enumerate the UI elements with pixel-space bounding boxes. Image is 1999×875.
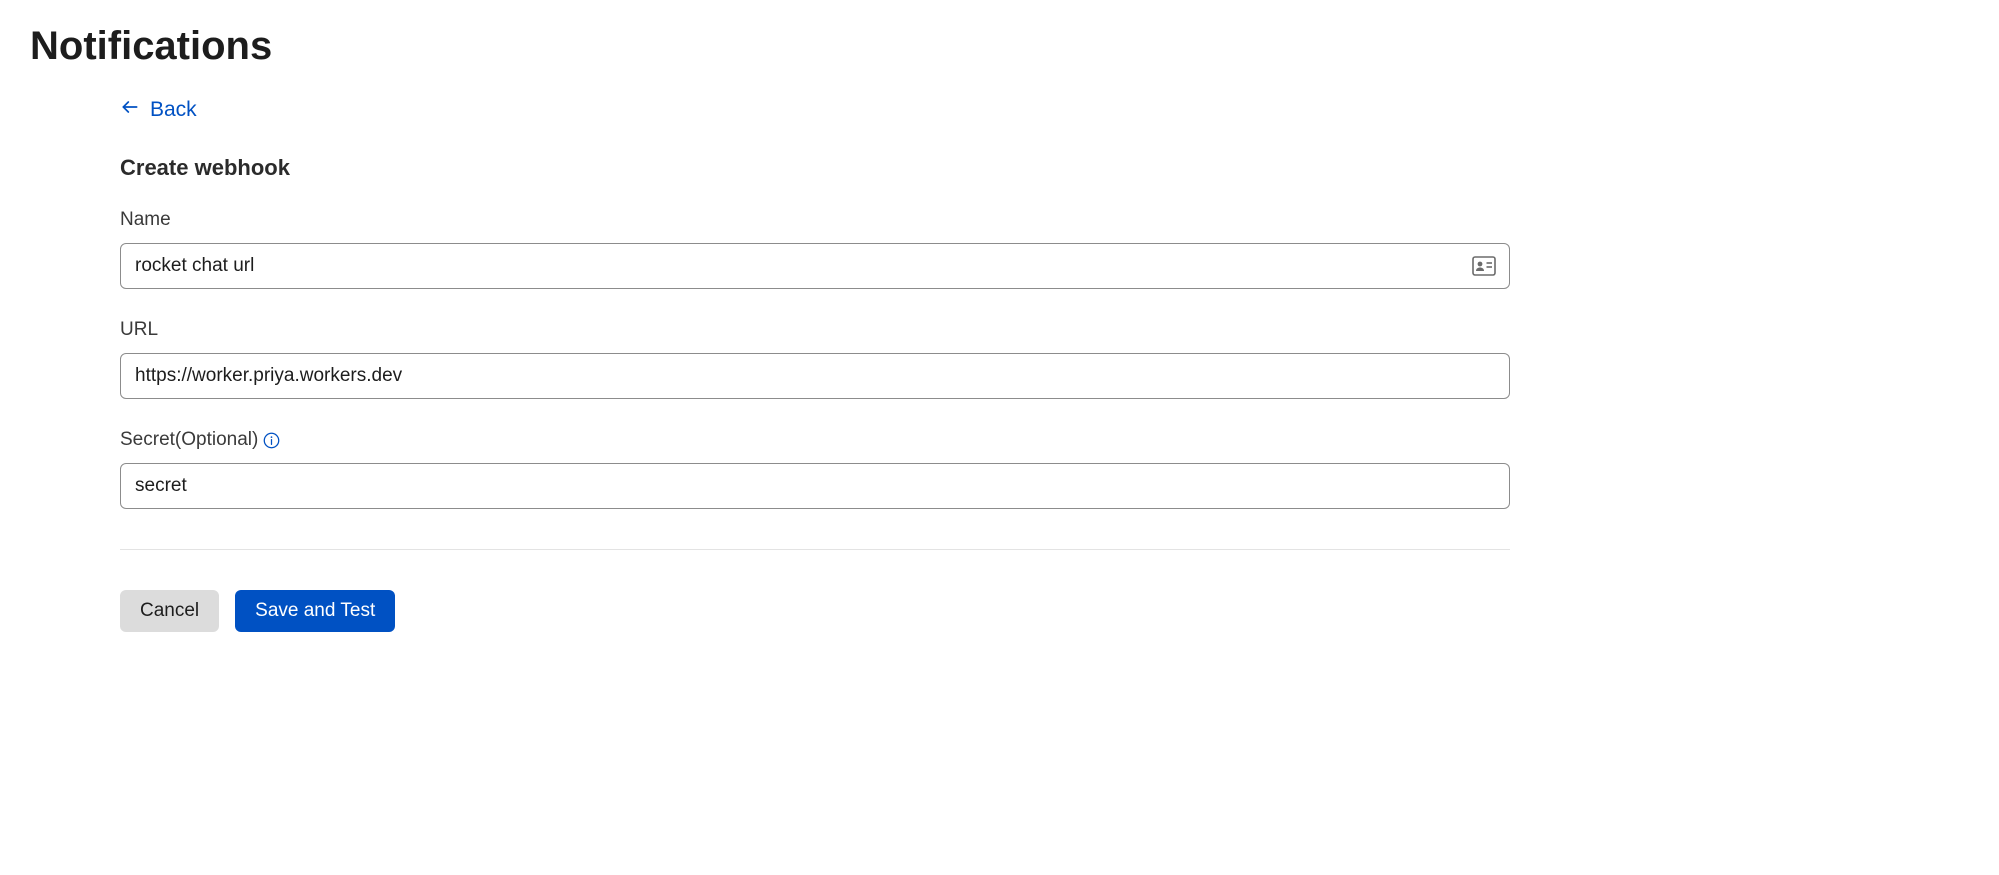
secret-input[interactable] (120, 463, 1510, 509)
secret-field-group: Secret(Optional) (120, 429, 1510, 509)
divider (120, 549, 1510, 550)
name-input-wrapper (120, 243, 1510, 289)
info-icon[interactable] (262, 431, 280, 449)
save-and-test-button[interactable]: Save and Test (235, 590, 395, 632)
name-field-group: Name (120, 209, 1510, 289)
name-label: Name (120, 209, 1510, 231)
url-label: URL (120, 319, 1510, 341)
secret-label: Secret(Optional) (120, 429, 258, 451)
main-content: Back Create webhook Name URL Secret( (120, 97, 1510, 632)
url-input[interactable] (120, 353, 1510, 399)
arrow-left-icon (120, 97, 140, 123)
back-link[interactable]: Back (120, 97, 197, 123)
url-input-wrapper (120, 353, 1510, 399)
back-link-label: Back (150, 98, 197, 122)
page-title: Notifications (30, 24, 1969, 69)
form-heading: Create webhook (120, 155, 1510, 181)
cancel-button[interactable]: Cancel (120, 590, 219, 632)
secret-input-wrapper (120, 463, 1510, 509)
url-field-group: URL (120, 319, 1510, 399)
button-row: Cancel Save and Test (120, 590, 1510, 632)
secret-label-row: Secret(Optional) (120, 429, 1510, 451)
name-input[interactable] (120, 243, 1510, 289)
